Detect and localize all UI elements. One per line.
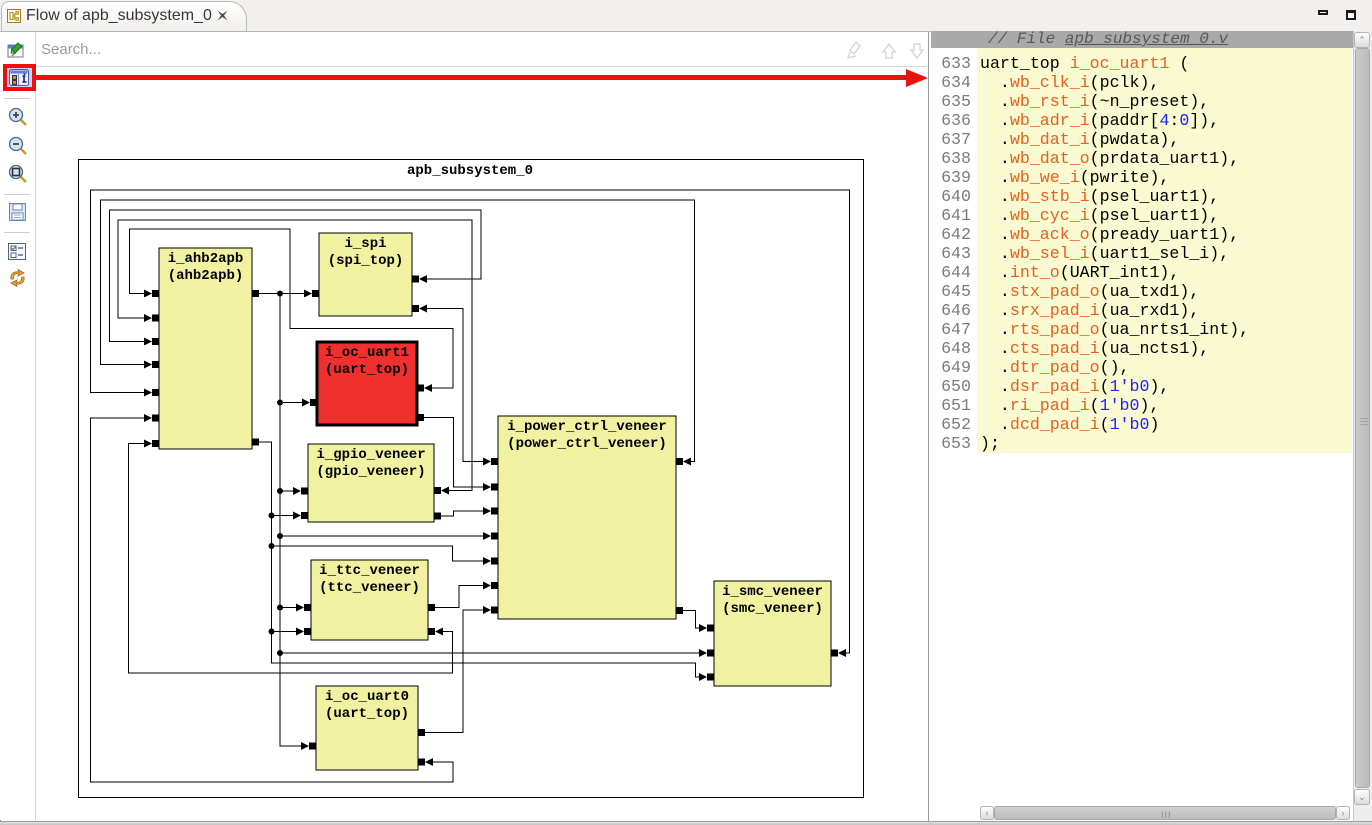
svg-text:(power_ctrl_veneer): (power_ctrl_veneer) (507, 436, 667, 452)
svg-text:i_ahb2apb: i_ahb2apb (168, 251, 244, 267)
svg-text:i_smc_veneer: i_smc_veneer (722, 584, 823, 600)
svg-text:i_gpio_veneer: i_gpio_veneer (316, 447, 425, 463)
svg-text:(smc_veneer): (smc_veneer) (722, 601, 823, 617)
svg-text:i_oc_uart1: i_oc_uart1 (325, 345, 409, 361)
svg-text:(uart_top): (uart_top) (325, 362, 409, 378)
svg-text:(ttc_veneer): (ttc_veneer) (319, 580, 420, 596)
svg-text:i_oc_uart0: i_oc_uart0 (325, 689, 409, 705)
svg-text:i_spi: i_spi (344, 236, 386, 252)
svg-text:i_power_ctrl_veneer: i_power_ctrl_veneer (507, 419, 667, 435)
svg-text:(uart_top): (uart_top) (325, 706, 409, 722)
svg-text:(ahb2apb): (ahb2apb) (168, 268, 244, 284)
svg-text:(spi_top): (spi_top) (328, 253, 404, 269)
svg-text:i_ttc_veneer: i_ttc_veneer (319, 563, 420, 579)
svg-text:(gpio_veneer): (gpio_veneer) (316, 464, 425, 480)
svg-text:apb_subsystem_0: apb_subsystem_0 (407, 163, 533, 179)
